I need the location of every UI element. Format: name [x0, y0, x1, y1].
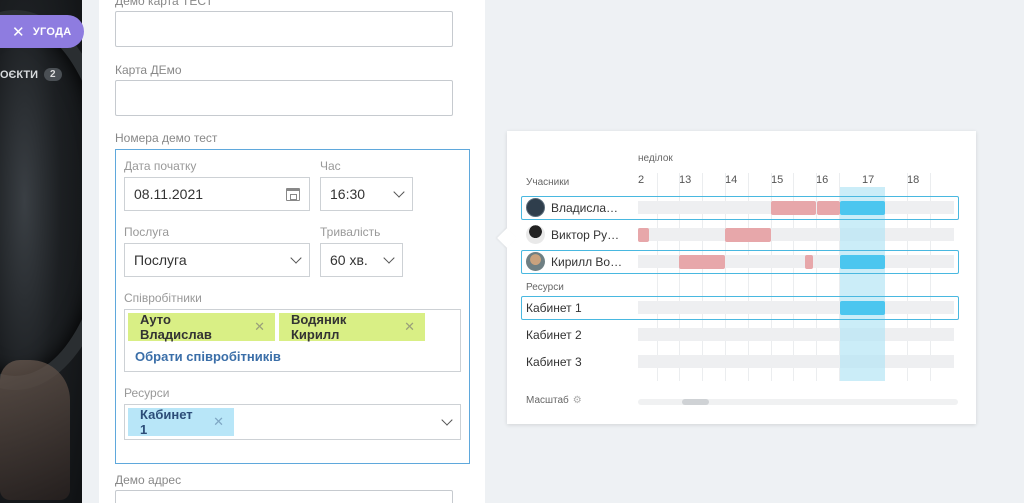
busy-bar: [725, 228, 771, 242]
participants-header: Учасники: [526, 177, 570, 188]
hour-tick: 16: [816, 174, 829, 186]
avatar: [526, 225, 545, 244]
resource-name: Кабинет 2: [526, 328, 582, 342]
time-value: 16:30: [330, 186, 366, 202]
participant-name: Виктор Ру…: [551, 227, 620, 242]
projects-label: ОЄКТИ: [0, 68, 38, 81]
employee-tag-label: Водяник Кирилл: [291, 312, 347, 342]
participant-row[interactable]: Кирилл Во…: [526, 252, 622, 271]
resource-name: Кабинет 1: [526, 301, 582, 315]
time-select[interactable]: 16:30: [320, 177, 413, 211]
duration-select[interactable]: 60 хв.: [320, 243, 403, 277]
projects-count-badge: 2: [44, 68, 62, 81]
schedule-popup: неділок Учасники 2 13 14 15 16 17 18 Вла…: [507, 131, 976, 424]
start-date-label: Дата початку: [124, 159, 197, 173]
time-label: Час: [320, 159, 341, 173]
chevron-down-icon: [383, 252, 395, 264]
resource-row[interactable]: Кабинет 2: [526, 328, 582, 342]
card-demo-label: Карта ДЕмо: [115, 63, 182, 77]
chevron-down-icon: [290, 252, 302, 264]
hour-tick: 14: [725, 174, 738, 186]
participant-row[interactable]: Виктор Ру…: [526, 225, 619, 244]
demo-numbers-label: Номера демо тест: [115, 131, 218, 145]
participant-name: Владисла…: [551, 200, 619, 215]
start-date-input[interactable]: 08.11.2021: [124, 177, 310, 211]
busy-bar: [638, 228, 649, 242]
chevron-down-icon: [393, 186, 405, 198]
hour-tick: 15: [771, 174, 784, 186]
form-panel: Демо карта ТЕСТ Карта ДЕмо Номера демо т…: [99, 0, 485, 503]
duration-value: 60 хв.: [330, 252, 368, 268]
steering-wheel-image: [0, 10, 82, 390]
resources-label: Ресурси: [124, 386, 170, 400]
participant-row[interactable]: Владисла…: [526, 198, 618, 217]
service-value: Послуга: [134, 252, 187, 268]
remove-icon[interactable]: ✕: [404, 319, 415, 335]
hour-tick: 13: [679, 174, 692, 186]
resource-row[interactable]: Кабинет 3: [526, 355, 582, 369]
service-label: Послуга: [124, 225, 170, 239]
projects-nav-item[interactable]: ОЄКТИ 2: [0, 68, 62, 81]
participant-name: Кирилл Во…: [551, 254, 623, 269]
start-date-value: 08.11.2021: [134, 186, 204, 202]
demo-address-input[interactable]: [115, 490, 453, 503]
row-track: [638, 355, 954, 368]
resource-row[interactable]: Кабинет 1: [526, 301, 582, 315]
demo-card-test-input[interactable]: [115, 11, 453, 47]
remove-icon[interactable]: ✕: [254, 319, 265, 335]
chevron-down-icon: [441, 414, 453, 426]
employee-tag: Водяник Кирилл ✕: [279, 312, 425, 342]
employee-tag: Ауто Владислав ✕: [128, 312, 275, 342]
resource-tag-label: Кабинет 1: [140, 407, 193, 437]
hour-tick: 17: [862, 174, 875, 186]
card-demo-input[interactable]: [115, 80, 453, 116]
service-select[interactable]: Послуга: [124, 243, 310, 277]
resource-row-selected[interactable]: [521, 296, 959, 320]
calendar-icon[interactable]: [286, 187, 300, 201]
close-icon[interactable]: ✕: [12, 23, 25, 41]
scrollbar-thumb[interactable]: [682, 399, 709, 405]
choose-employees-link[interactable]: Обрати співробітників: [135, 349, 281, 364]
demo-address-label: Демо адрес: [115, 473, 182, 487]
remove-icon[interactable]: ✕: [213, 414, 224, 430]
hour-tick: 18: [907, 174, 920, 186]
row-track: [638, 328, 954, 341]
resource-tag: Кабинет 1 ✕: [128, 407, 234, 437]
gear-icon[interactable]: ⚙: [573, 395, 582, 406]
resource-name: Кабинет 3: [526, 355, 582, 369]
day-label: неділок: [638, 153, 673, 164]
deal-button-label: УГОДА: [32, 25, 72, 38]
scale-control[interactable]: Масштаб ⚙: [526, 395, 582, 406]
avatar: [526, 252, 545, 271]
avatar: [526, 198, 545, 217]
duration-label: Тривалість: [320, 225, 381, 239]
resources-header: Ресурси: [526, 282, 564, 293]
row-track: [638, 228, 954, 241]
employee-tag-label: Ауто Владислав: [140, 312, 212, 342]
demo-numbers-group: Дата початку 08.11.2021 Час 16:30 Послуг…: [115, 149, 470, 464]
deal-button[interactable]: ✕ УГОДА: [0, 15, 84, 48]
hour-tick: 2: [638, 174, 645, 186]
demo-card-test-label: Демо карта ТЕСТ: [115, 0, 213, 8]
hand-image: [0, 360, 70, 500]
employees-label: Співробітники: [124, 291, 202, 305]
scale-label: Масштаб: [526, 395, 569, 406]
